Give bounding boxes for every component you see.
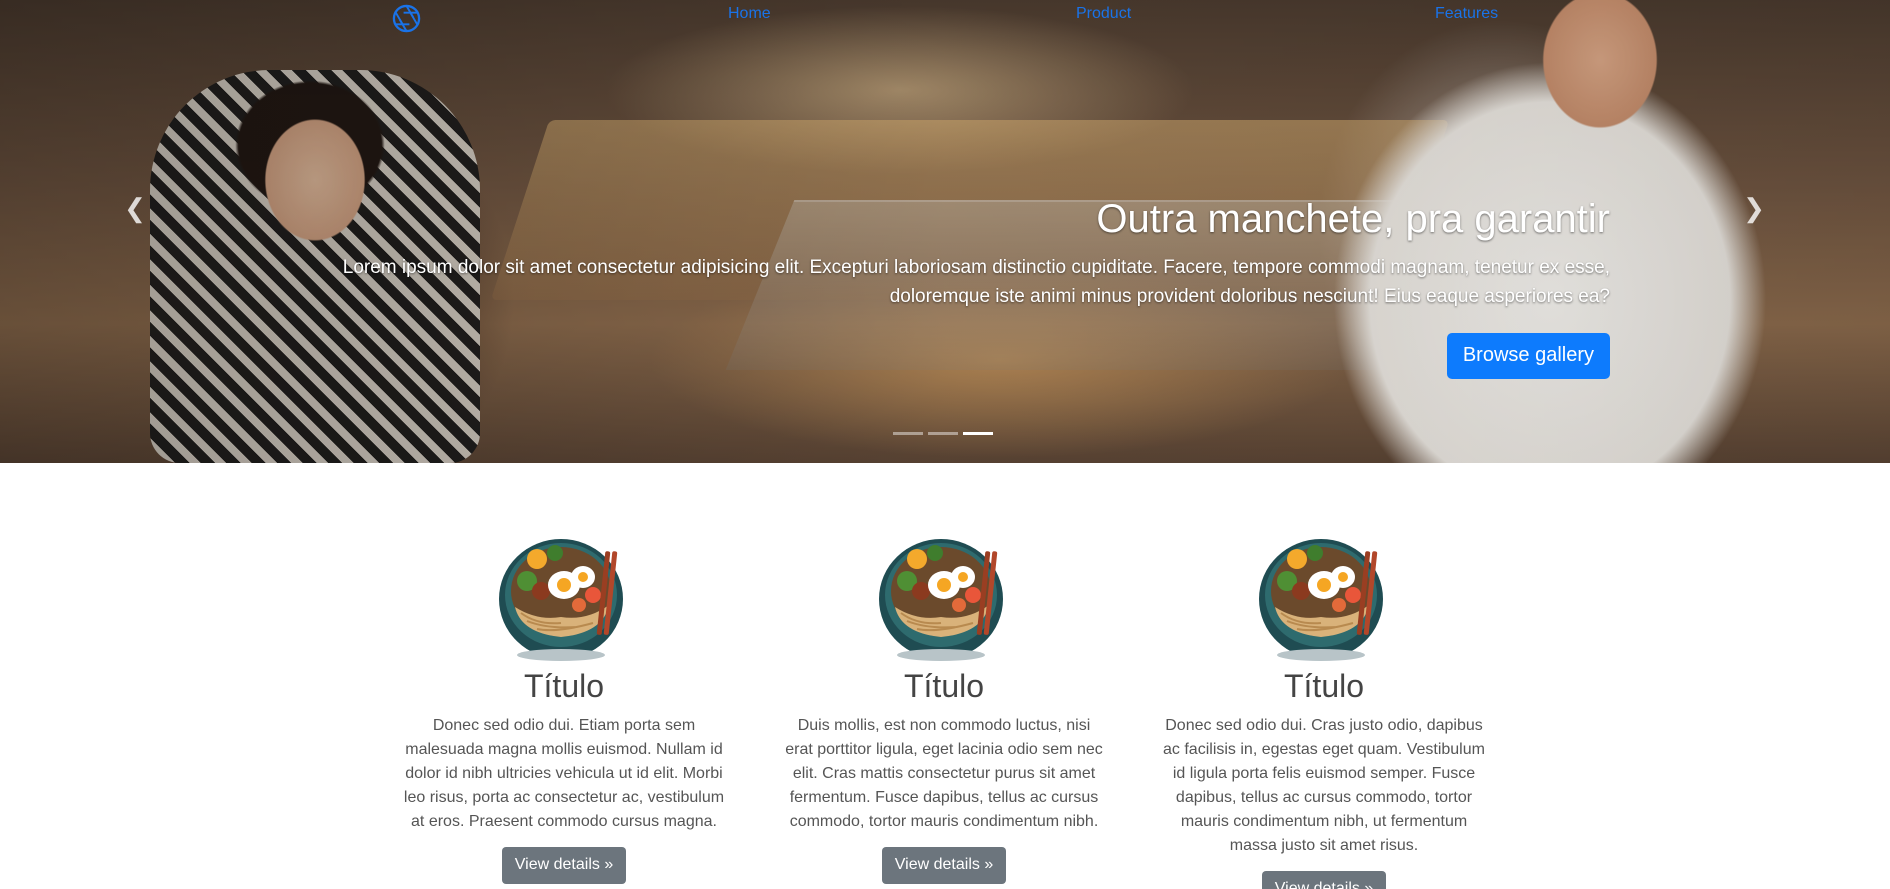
- browse-gallery-button[interactable]: Browse gallery: [1446, 333, 1610, 379]
- features-section: Título Donec sed odio dui. Etiam porta s…: [0, 463, 1890, 889]
- chevron-left-icon: ❮: [124, 193, 146, 223]
- view-details-button[interactable]: View details »: [1261, 871, 1387, 889]
- feature-column-2: Título Duis mollis, est non commodo luct…: [779, 529, 1109, 884]
- feature-column-3: Título Donec sed odio dui. Cras justo od…: [1159, 529, 1489, 889]
- nav-link-features[interactable]: Features: [1435, 5, 1498, 23]
- feature-text: Duis mollis, est non commodo luctus, nis…: [785, 717, 1103, 830]
- nav-link-product[interactable]: Product: [1076, 5, 1131, 23]
- ramen-bowl-icon: [878, 538, 1004, 662]
- carousel-caption: Outra manchete, pra garantir Lorem ipsum…: [320, 195, 1610, 379]
- feature-text: Donec sed odio dui. Cras justo odio, dap…: [1163, 717, 1485, 854]
- nav-link-home[interactable]: Home: [728, 5, 771, 23]
- carousel-indicator-3[interactable]: [963, 432, 993, 435]
- view-details-button[interactable]: View details »: [881, 847, 1007, 884]
- carousel-prev-button[interactable]: ❮: [115, 190, 155, 226]
- feature-title: Título: [523, 668, 605, 704]
- feature-text: Donec sed odio dui. Etiam porta sem male…: [403, 717, 725, 830]
- feature-column-1: Título Donec sed odio dui. Etiam porta s…: [399, 529, 729, 884]
- carousel-text: Lorem ipsum dolor sit amet consectetur a…: [342, 257, 1610, 307]
- feature-title: Título: [1283, 668, 1365, 704]
- carousel-indicator-1[interactable]: [893, 432, 923, 435]
- carousel-indicator-2[interactable]: [928, 432, 958, 435]
- carousel-indicators: [893, 432, 993, 435]
- carousel-title: Outra manchete, pra garantir: [1096, 197, 1610, 241]
- view-details-button[interactable]: View details »: [501, 847, 627, 884]
- feature-title: Título: [903, 668, 985, 704]
- aperture-icon[interactable]: [391, 3, 422, 34]
- carousel-next-button[interactable]: ❯: [1734, 190, 1774, 226]
- chevron-right-icon: ❯: [1743, 193, 1765, 223]
- top-navbar: Home Product Features: [0, 0, 1890, 33]
- hero-carousel: Home Product Features ❮ ❯ Outra manchete…: [0, 0, 1890, 463]
- ramen-bowl-icon: [1258, 538, 1384, 662]
- ramen-bowl-icon: [498, 538, 624, 662]
